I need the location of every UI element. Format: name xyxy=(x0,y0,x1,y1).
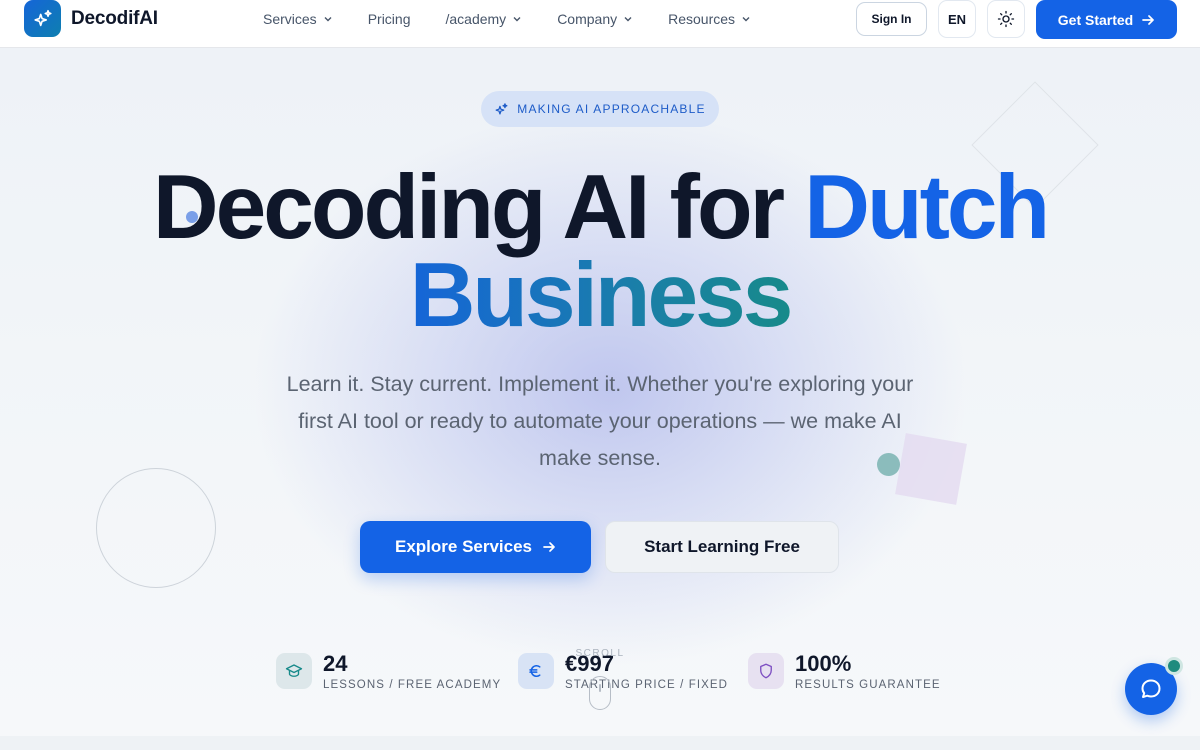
chevron-down-icon xyxy=(513,16,521,21)
scroll-hint-label: SCROLL xyxy=(575,648,625,659)
chevron-down-icon xyxy=(624,16,632,21)
explore-services-label: Explore Services xyxy=(394,537,533,556)
explore-services-button[interactable]: Explore Services xyxy=(360,521,591,573)
nav-item-pricing[interactable]: Pricing xyxy=(368,11,411,27)
headline-accent: Dutch xyxy=(804,157,1050,258)
nav-item-label: /academy xyxy=(445,10,507,27)
stat-label: LESSONS / FREE ACADEMY xyxy=(323,678,502,691)
stat-value: 24 xyxy=(323,650,348,676)
hero-badge: MAKING AI APPROACHABLE xyxy=(481,91,719,127)
nav-item-resources[interactable]: Resources xyxy=(668,11,751,27)
brand-name: DecodifAI xyxy=(71,7,158,29)
theme-toggle-button[interactable] xyxy=(987,0,1025,38)
stat-value: 100% xyxy=(795,650,852,676)
headline-text: Decoding AI for xyxy=(152,157,805,258)
hero-badge-text: MAKING AI APPROACHABLE xyxy=(517,102,706,116)
brand-logo[interactable]: DecodifAI xyxy=(24,0,158,37)
shield-icon xyxy=(748,653,784,689)
headline-gradient-text: Business xyxy=(409,245,794,346)
nav-item-company[interactable]: Company xyxy=(557,11,633,27)
hero-headline: Decoding AI for Dutch xyxy=(0,162,1200,253)
chevron-down-icon xyxy=(324,16,332,21)
section-divider xyxy=(0,736,1200,750)
nav-item-label: Pricing xyxy=(367,10,411,27)
graduation-cap-icon xyxy=(276,653,312,689)
sparkles-icon xyxy=(494,102,509,117)
stat-guarantee: 100% RESULTS GUARANTEE xyxy=(748,651,941,691)
online-status-dot xyxy=(1165,657,1183,675)
nav-item-label: Resources xyxy=(668,10,736,27)
nav-item-label: Services xyxy=(263,10,317,27)
language-switcher[interactable]: EN xyxy=(938,0,976,38)
stat-label: RESULTS GUARANTEE xyxy=(795,678,941,691)
decorative-circle xyxy=(96,468,216,588)
decorative-dot xyxy=(186,211,198,223)
start-learning-button[interactable]: Start Learning Free xyxy=(605,521,839,573)
hero-headline-line2: Business xyxy=(0,250,1200,341)
get-started-label: Get Started xyxy=(1057,11,1134,28)
chevron-down-icon xyxy=(742,16,750,21)
nav-item-academy[interactable]: /academy xyxy=(445,11,522,27)
nav-item-label: Company xyxy=(557,10,618,27)
arrow-right-icon xyxy=(1141,13,1155,27)
scroll-mouse-icon[interactable] xyxy=(589,676,611,710)
sign-in-button[interactable]: Sign In xyxy=(856,2,927,36)
arrow-right-icon xyxy=(542,540,556,554)
sun-icon xyxy=(997,10,1015,28)
sparkles-icon xyxy=(24,0,61,37)
stat-lessons: 24 LESSONS / FREE ACADEMY xyxy=(276,651,501,691)
site-header: DecodifAI Services Pricing /academy Comp… xyxy=(0,0,1200,48)
get-started-button[interactable]: Get Started xyxy=(1036,0,1177,39)
main-nav: Services Pricing /academy Company Resour… xyxy=(263,0,786,37)
euro-icon xyxy=(518,653,554,689)
chat-bubble-icon xyxy=(1141,679,1161,698)
nav-item-services[interactable]: Services xyxy=(263,11,333,27)
hero-subtitle: Learn it. Stay current. Implement it. Wh… xyxy=(286,372,914,470)
